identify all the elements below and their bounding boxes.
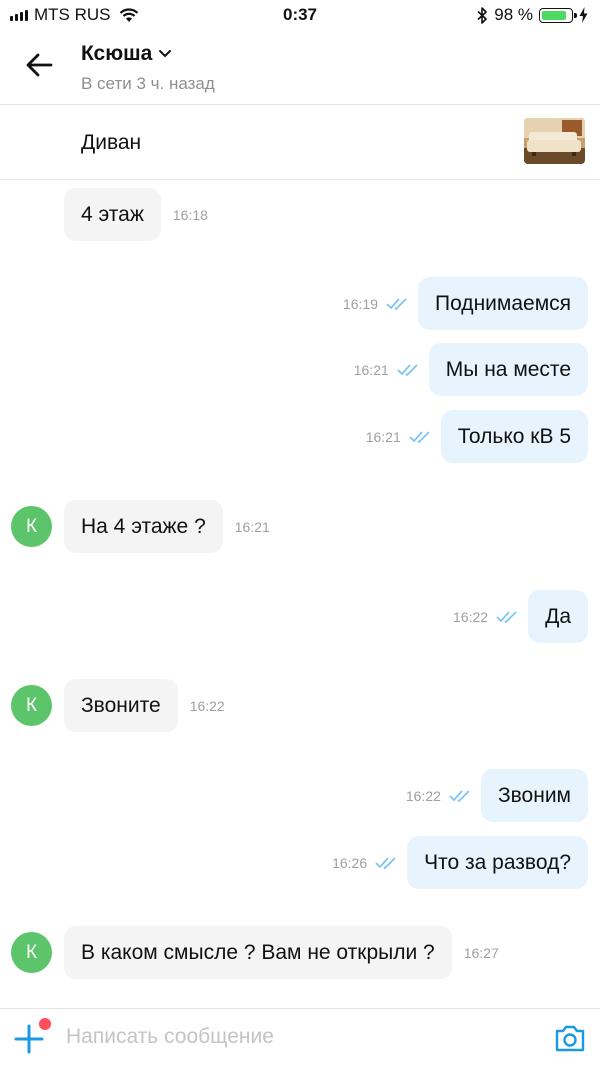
incoming-message[interactable]: На 4 этаже ? 16:21 (64, 500, 270, 553)
message-text: На 4 этаже ? (64, 500, 223, 553)
message-text: 4 этаж (64, 188, 161, 241)
bluetooth-icon (477, 6, 488, 24)
message-text: Поднимаемся (418, 277, 588, 330)
message-time: 16:21 (234, 518, 270, 535)
outgoing-message[interactable]: 16:21 Мы на месте (354, 343, 588, 396)
outgoing-message[interactable]: 16:26 Что за развод? (332, 836, 588, 889)
message-time: 16:22 (189, 697, 225, 714)
battery-icon (539, 7, 577, 23)
charging-icon (579, 7, 588, 23)
outgoing-message[interactable]: 16:22 Да (453, 590, 588, 643)
contact-status: В сети 3 ч. назад (81, 74, 215, 93)
double-check-icon (496, 610, 517, 623)
avatar[interactable]: К (11, 932, 52, 973)
notification-dot (37, 1016, 53, 1032)
avatar[interactable]: К (11, 685, 52, 726)
chevron-down-icon (159, 50, 172, 58)
double-check-icon (375, 856, 396, 869)
message-time: 16:18 (172, 206, 208, 223)
status-right: 98 % (477, 5, 588, 25)
message-text: Что за развод? (407, 836, 588, 889)
incoming-message[interactable]: В каком смысле ? Вам не открыли ? 16:27 (64, 926, 499, 979)
camera-icon[interactable] (553, 1021, 587, 1055)
message-input[interactable] (66, 1025, 536, 1049)
message-text: Звоним (480, 769, 588, 822)
message-time: 16:19 (342, 295, 378, 312)
message-time: 16:21 (365, 428, 401, 445)
message-time: 16:22 (453, 608, 489, 625)
avatar[interactable]: К (11, 506, 52, 547)
message-time: 16:26 (332, 854, 368, 871)
contact-name-button[interactable]: Ксюша (81, 42, 172, 66)
incoming-message[interactable]: Звоните 16:22 (64, 679, 225, 732)
message-text: Только кВ 5 (440, 410, 588, 463)
outgoing-message[interactable]: 16:22 Звоним (406, 769, 588, 822)
contact-name: Ксюша (81, 42, 153, 65)
message-text: Да (528, 590, 588, 643)
message-text: Мы на месте (428, 343, 588, 396)
arrow-left-icon[interactable] (24, 50, 54, 80)
message-time: 16:21 (353, 361, 389, 378)
double-check-icon (397, 363, 418, 376)
double-check-icon (386, 297, 407, 310)
outgoing-message[interactable]: 16:19 Поднимаемся (343, 277, 588, 330)
message-text: В каком смысле ? Вам не открыли ? (64, 926, 452, 979)
composer (0, 1008, 600, 1067)
listing-bar[interactable]: Диван (0, 105, 600, 180)
chat-header: Ксюша В сети 3 ч. назад (0, 30, 600, 105)
listing-title: Диван (81, 131, 142, 154)
status-bar: MTS RUS 0:37 98 % (0, 0, 600, 30)
message-time: 16:27 (463, 944, 499, 961)
battery-percent: 98 % (494, 5, 533, 24)
listing-thumbnail[interactable] (524, 118, 585, 164)
message-time: 16:22 (405, 787, 441, 804)
double-check-icon (449, 789, 470, 802)
double-check-icon (409, 430, 430, 443)
incoming-message[interactable]: 4 этаж 16:18 (64, 188, 208, 241)
outgoing-message[interactable]: 16:21 Только кВ 5 (366, 410, 588, 463)
message-text: Звоните (64, 679, 178, 732)
